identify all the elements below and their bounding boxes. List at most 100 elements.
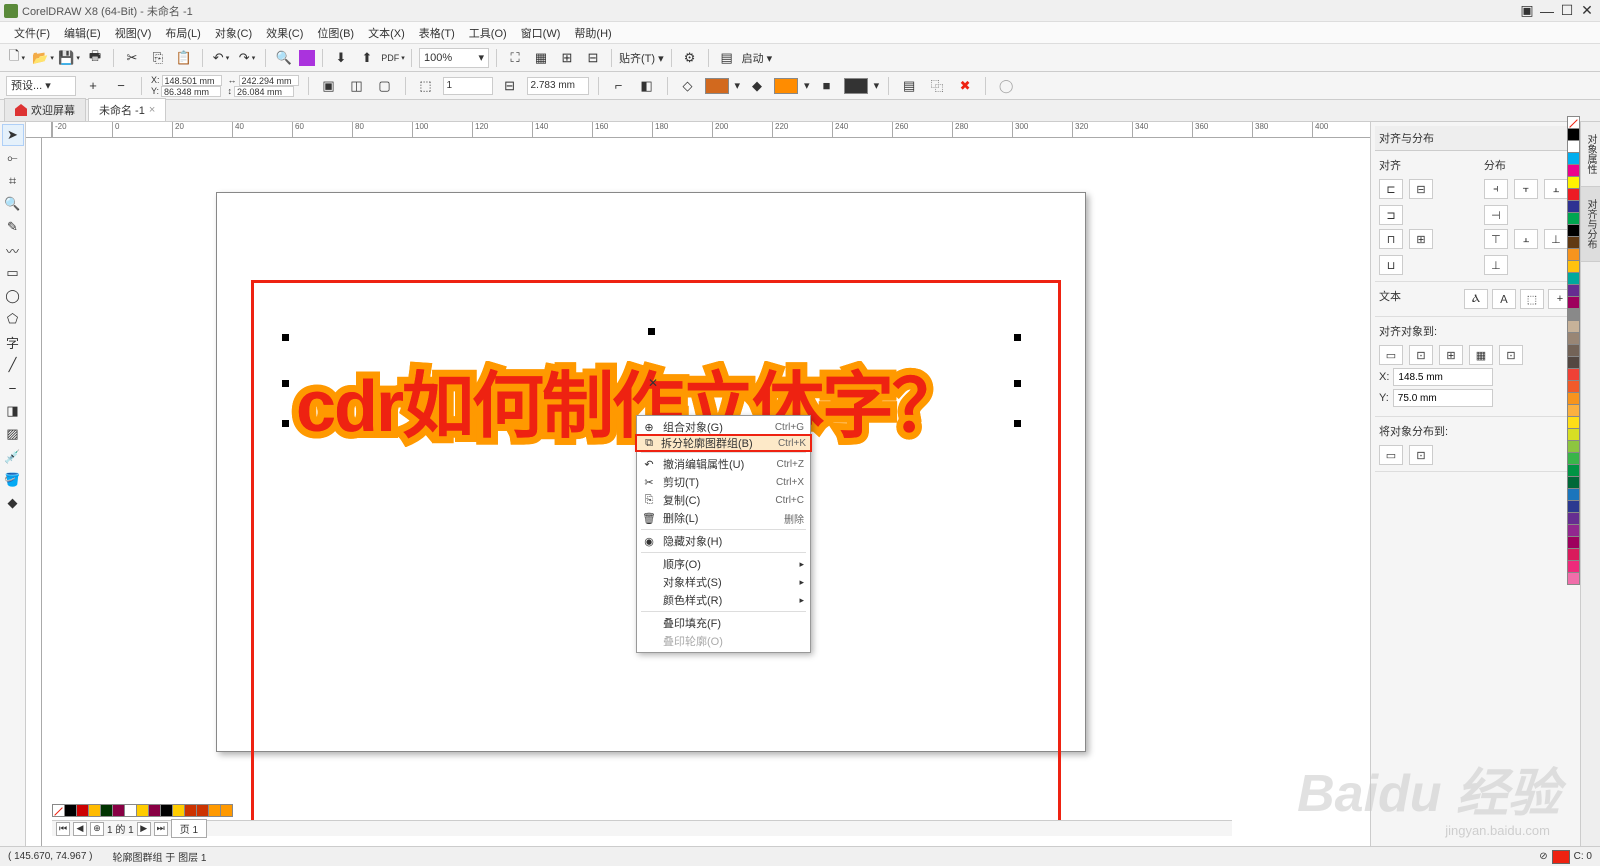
fill-none-icon[interactable]: ⊘: [1539, 851, 1547, 862]
menu-布局[interactable]: 布局(L): [159, 23, 206, 43]
redo-button[interactable]: ↷: [236, 47, 258, 69]
app-launcher-icon[interactable]: ▤: [716, 47, 738, 69]
connector-tool[interactable]: ⎯: [2, 377, 24, 399]
ctx-拆分轮廓图群组[interactable]: ⧉拆分轮廓图群组(B)Ctrl+K: [635, 434, 812, 452]
align-to-page-center-button[interactable]: ⊞: [1439, 345, 1463, 365]
y-input[interactable]: 86.348 mm: [161, 86, 221, 97]
remove-preset-button[interactable]: −: [110, 75, 132, 97]
fullscreen-button[interactable]: ⛶: [504, 47, 526, 69]
palette-none[interactable]: [1567, 116, 1580, 129]
ctx-复制[interactable]: ⎘复制(C)Ctrl+C: [637, 491, 810, 509]
contour-outside-button[interactable]: ▢: [374, 75, 396, 97]
copy-props-button[interactable]: ⿻: [926, 75, 948, 97]
palette-swatch[interactable]: [1567, 572, 1580, 585]
crop-tool[interactable]: ⌗: [2, 170, 24, 192]
dist-top-button[interactable]: ⊤: [1484, 229, 1508, 249]
object-props-button[interactable]: ▤: [898, 75, 920, 97]
artistic-text-object[interactable]: cdr如何制作立体字？ cdr如何制作立体字？: [296, 347, 962, 452]
ctx-对象样式[interactable]: 对象样式(S): [637, 573, 810, 591]
color-proof-button[interactable]: [299, 50, 315, 66]
print-button[interactable]: 🖶: [84, 47, 106, 69]
shape-tool[interactable]: ⟜: [2, 147, 24, 169]
paste-button[interactable]: 📋: [173, 47, 195, 69]
selection-handle[interactable]: [282, 380, 289, 387]
width-input[interactable]: 242.294 mm: [239, 75, 299, 86]
align-to-active-button[interactable]: ▭: [1379, 345, 1403, 365]
menu-帮助[interactable]: 帮助(H): [568, 23, 617, 43]
align-x-input[interactable]: [1393, 368, 1493, 386]
pick-tool[interactable]: ➤: [2, 124, 24, 146]
add-preset-button[interactable]: +: [82, 75, 104, 97]
guides-button[interactable]: ⊟: [582, 47, 604, 69]
menu-对象[interactable]: 对象(C): [209, 23, 258, 43]
align-left-button[interactable]: ⊏: [1379, 179, 1403, 199]
align-center-h-button[interactable]: ⊟: [1409, 179, 1433, 199]
minimize-button[interactable]: —: [1538, 3, 1556, 19]
rectangle-tool[interactable]: ▭: [2, 262, 24, 284]
new-button[interactable]: 🗋: [6, 47, 28, 69]
align-y-input[interactable]: [1393, 389, 1493, 407]
doc-palette-swatch[interactable]: [220, 804, 233, 817]
doc-palette-swatch[interactable]: [52, 804, 65, 817]
help-hint-icon[interactable]: ▣: [1518, 3, 1536, 19]
parallel-dim-tool[interactable]: ╱: [2, 354, 24, 376]
height-input[interactable]: 26.084 mm: [234, 86, 294, 97]
shadow-flyout-icon[interactable]: ■: [816, 75, 838, 97]
horizontal-ruler[interactable]: -200204060801001201401601802002202402602…: [52, 122, 1370, 138]
eyedropper-tool[interactable]: 💉: [2, 446, 24, 468]
clear-contour-button[interactable]: ✖: [954, 75, 976, 97]
snap-dropdown[interactable]: 贴齐(T) ▾: [619, 50, 664, 66]
contour-inside-button[interactable]: ◫: [346, 75, 368, 97]
launch-dropdown[interactable]: 启动 ▾: [742, 50, 773, 66]
corner-button[interactable]: ⌐: [608, 75, 630, 97]
selection-handle[interactable]: [1014, 420, 1021, 427]
text-box-button[interactable]: ⬚: [1520, 289, 1544, 309]
outline-flyout-icon[interactable]: ◇: [677, 75, 699, 97]
interactive-fill-tool[interactable]: 🪣: [2, 469, 24, 491]
document-tab[interactable]: 未命名 -1×: [88, 98, 166, 121]
selection-handle[interactable]: [282, 420, 289, 427]
search-button[interactable]: 🔍: [273, 47, 295, 69]
docker-tab-props[interactable]: 对象属性: [1581, 122, 1600, 187]
document-palette[interactable]: [52, 804, 232, 818]
export-button[interactable]: ⬆: [356, 47, 378, 69]
rulers-button[interactable]: ▦: [530, 47, 552, 69]
color-palette[interactable]: [1567, 116, 1581, 584]
align-to-point-button[interactable]: ⊡: [1499, 345, 1523, 365]
ctx-隐藏对象[interactable]: ◉隐藏对象(H): [637, 532, 810, 550]
dist-center-v-button[interactable]: ⫠: [1514, 229, 1538, 249]
selection-handle[interactable]: [1014, 334, 1021, 341]
dist-left-button[interactable]: ⫞: [1484, 179, 1508, 199]
dist-to-selection-button[interactable]: ▭: [1379, 445, 1403, 465]
fill-color-swatch[interactable]: [774, 78, 798, 94]
menu-文件[interactable]: 文件(F): [8, 23, 56, 43]
align-to-page-button[interactable]: ⊡: [1409, 345, 1433, 365]
options-button[interactable]: ⚙: [679, 47, 701, 69]
ctx-叠印填充[interactable]: 叠印填充(F): [637, 614, 810, 632]
copy-button[interactable]: ⎘: [147, 47, 169, 69]
zoom-tool[interactable]: 🔍: [2, 193, 24, 215]
text-baseline-button[interactable]: Ⲁ: [1464, 289, 1488, 309]
ruler-origin[interactable]: [26, 122, 52, 138]
menu-位图[interactable]: 位图(B): [311, 23, 360, 43]
smart-fill-tool[interactable]: ◆: [2, 492, 24, 514]
add-page-button[interactable]: ⊕: [90, 822, 104, 836]
ctx-颜色样式[interactable]: 颜色样式(R): [637, 591, 810, 609]
canvas[interactable]: -200204060801001201401601802002202402602…: [26, 122, 1370, 850]
page-tab[interactable]: 页 1: [171, 819, 207, 838]
text-option-button[interactable]: Ａ: [1492, 289, 1516, 309]
menu-窗口[interactable]: 窗口(W): [515, 23, 567, 43]
dist-to-page-button[interactable]: ⊡: [1409, 445, 1433, 465]
maximize-button[interactable]: ☐: [1558, 3, 1576, 19]
dist-bottom-button[interactable]: ⊥: [1484, 255, 1508, 275]
align-center-v-button[interactable]: ⊞: [1409, 229, 1433, 249]
text-tool[interactable]: 字: [2, 331, 24, 353]
menu-表格[interactable]: 表格(T): [413, 23, 461, 43]
publish-pdf-button[interactable]: PDF: [382, 47, 404, 69]
menu-工具[interactable]: 工具(O): [463, 23, 513, 43]
menu-编辑[interactable]: 编辑(E): [58, 23, 107, 43]
selection-handle[interactable]: [282, 334, 289, 341]
menu-文本[interactable]: 文本(X): [362, 23, 411, 43]
ctx-顺序[interactable]: 顺序(O): [637, 555, 810, 573]
ctx-删除[interactable]: 🗑删除(L)删除: [637, 509, 810, 527]
